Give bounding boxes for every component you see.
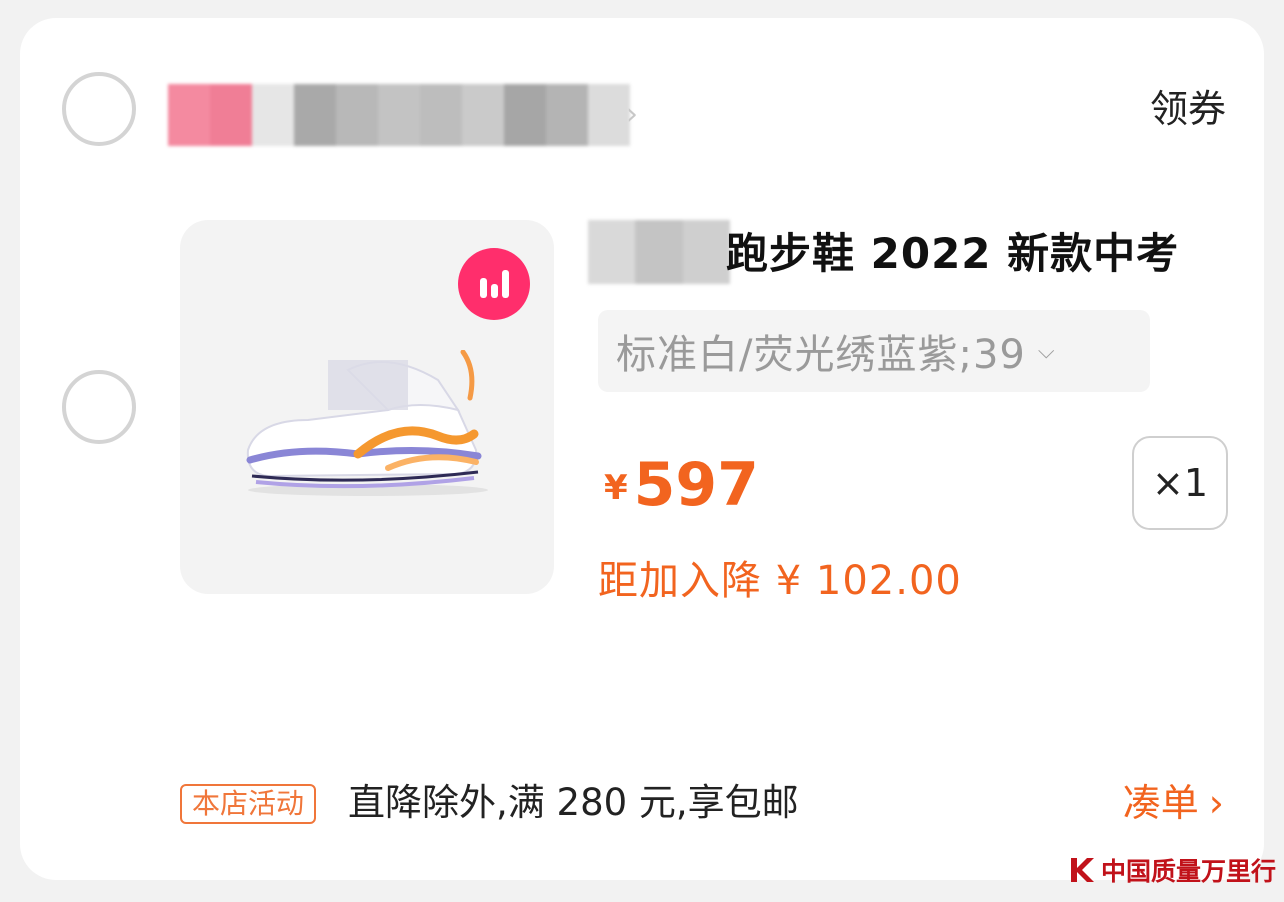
store-select-radio[interactable]: [62, 72, 136, 146]
watermark: 中国质量万里行: [1067, 852, 1276, 888]
item-select-radio[interactable]: [62, 370, 136, 444]
chevron-right-icon[interactable]: ›: [626, 98, 660, 132]
shoe-image: [246, 350, 488, 496]
coupon-button[interactable]: 领券: [1150, 84, 1226, 134]
promo-tag: 本店活动: [180, 784, 317, 824]
watermark-text: 中国质量万里行: [1100, 857, 1276, 886]
quantity-button[interactable]: ×1: [1132, 436, 1228, 530]
promo-text: 直降除外,满 280 元,享包邮: [348, 781, 799, 824]
price: ¥597: [604, 450, 759, 520]
product-thumbnail[interactable]: [180, 220, 554, 594]
cart-item-card: › 领券 跑步鞋 2022 新款中考 标准白/荧光绣蓝紫;39 ⌵ ¥ 597 …: [20, 18, 1264, 880]
price-amount: 597: [633, 450, 759, 520]
k-logo-icon: [1070, 858, 1094, 882]
title-blurred-prefix: [588, 220, 730, 284]
currency-symbol: ¥: [604, 468, 628, 508]
bar-chart-icon: [458, 248, 530, 320]
price-drop-label: 距加入降 ¥ 102.00: [598, 558, 962, 604]
chevron-down-icon: ⌵: [1037, 338, 1055, 364]
sku-selector[interactable]: 标准白/荧光绣蓝紫;39 ⌵: [598, 310, 1150, 392]
chevron-right-icon: ›: [1208, 781, 1224, 825]
add-on-button[interactable]: 凑单 ›: [1123, 778, 1224, 828]
add-on-label: 凑单: [1122, 781, 1199, 825]
product-title[interactable]: 跑步鞋 2022 新款中考: [726, 226, 1179, 282]
store-name-blurred[interactable]: [168, 84, 630, 146]
sku-label: 标准白/荧光绣蓝紫;39: [616, 332, 1026, 378]
